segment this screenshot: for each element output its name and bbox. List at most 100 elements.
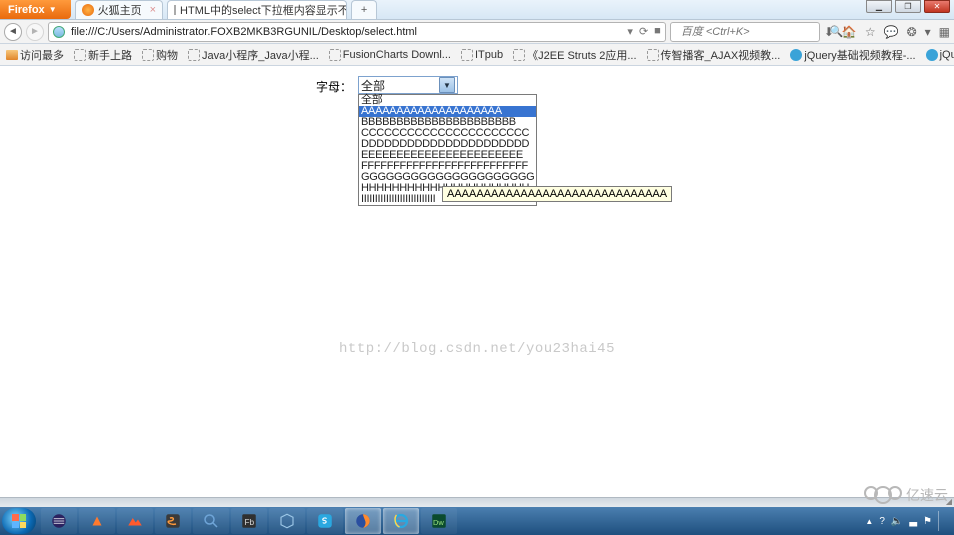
page-icon	[461, 49, 473, 61]
tray-volume-icon[interactable]: 🔈	[891, 516, 903, 527]
tray-flag-icon[interactable]: ⚑	[923, 516, 932, 527]
url-bar[interactable]: ▾ ⟳ ■	[48, 22, 666, 42]
taskbar-app-sublime[interactable]	[155, 508, 191, 534]
navigation-toolbar: ◄ ► ▾ ⟳ ■ 🔍 ⬇ 🏠 ☆ 💬 ❂ ▾ ▦	[0, 20, 954, 44]
page-icon	[329, 49, 341, 61]
stop-icon[interactable]: ■	[654, 25, 661, 38]
bookmark-item[interactable]: ITpub	[461, 49, 503, 61]
jquery-icon	[926, 49, 938, 61]
back-arrow-icon: ◄	[8, 26, 18, 37]
taskbar-app-tool1[interactable]	[79, 508, 115, 534]
download-icon[interactable]: ⬇	[824, 25, 834, 39]
tab-select-html[interactable]: HTML中的select下拉框内容显示不... ×	[167, 0, 347, 19]
page-icon	[647, 49, 659, 61]
page-icon	[188, 49, 200, 61]
feed-icon[interactable]: ❂	[907, 25, 917, 39]
firefox-button-label: Firefox	[8, 4, 45, 16]
grid-icon[interactable]: ▦	[939, 25, 950, 39]
bookmark-item[interactable]: Java小程序_Java小程...	[188, 47, 319, 63]
bookmark-item[interactable]: jQuery基础视频教程-...	[790, 47, 915, 63]
toolbar-menu-icon[interactable]: ▾	[925, 25, 931, 39]
page-icon	[74, 49, 86, 61]
taskbar-app-skype[interactable]	[307, 508, 343, 534]
window-close-button[interactable]: ✕	[924, 0, 950, 13]
bookmark-label: ITpub	[475, 49, 503, 61]
bookmark-item[interactable]: 新手上路	[74, 47, 132, 63]
bookmark-item[interactable]: FusionCharts Downl...	[329, 49, 451, 61]
bookmark-label: jQuery_ The Write L...	[940, 49, 954, 61]
jquery-icon	[790, 49, 802, 61]
close-icon[interactable]: ×	[150, 4, 156, 16]
back-button[interactable]: ◄	[4, 23, 22, 41]
search-input[interactable]	[679, 25, 826, 39]
new-tab-button[interactable]: +	[351, 0, 377, 19]
firefox-icon	[82, 4, 94, 16]
minimize-button[interactable]: ▁	[866, 0, 892, 13]
maximize-button[interactable]: ❐	[895, 0, 921, 13]
field-label: 字母：	[316, 76, 352, 95]
page-icon	[513, 49, 525, 61]
taskbar-app-flashbuilder[interactable]: Fb	[231, 508, 267, 534]
select-value: 全部	[361, 77, 439, 94]
tab-label: HTML中的select下拉框内容显示不...	[180, 2, 347, 18]
option-tooltip: AAAAAAAAAAAAAAAAAAAAAAAAAAAAAA	[442, 186, 672, 202]
most-visited-label: 访问最多	[20, 47, 64, 63]
tab-label: 火狐主页	[98, 2, 142, 18]
bookmark-item[interactable]: 《J2EE Struts 2应用...	[513, 47, 636, 63]
most-visited-icon	[6, 50, 18, 60]
letter-select[interactable]: 全部 ▼	[358, 76, 458, 94]
bookmark-label: 《J2EE Struts 2应用...	[527, 47, 636, 63]
chevron-down-icon[interactable]: ▼	[439, 77, 455, 93]
system-tray: ▲ ? 🔈 ▃ ⚑	[865, 511, 952, 531]
taskbar-app-dreamweaver[interactable]: Dw	[421, 508, 457, 534]
toolbar-icons: ⬇ 🏠 ☆ 💬 ❂ ▾ ▦	[824, 25, 950, 39]
taskbar-app-firefox[interactable]	[345, 508, 381, 534]
url-dropdown-icon[interactable]: ▾	[627, 25, 633, 38]
chat-icon[interactable]: 💬	[884, 25, 899, 39]
yisu-brand: 亿速云	[868, 485, 948, 505]
taskbar-app-ie[interactable]	[383, 508, 419, 534]
bookmark-label: jQuery基础视频教程-...	[804, 47, 915, 63]
search-bar[interactable]: 🔍	[670, 22, 820, 42]
taskbar-app-search[interactable]	[193, 508, 229, 534]
tray-overflow-icon[interactable]: ▲	[865, 517, 873, 526]
taskbar-app-box[interactable]	[269, 508, 305, 534]
windows-taskbar: Fb Dw ▲ ? 🔈 ▃ ⚑	[0, 507, 954, 535]
bookmark-label: 购物	[156, 47, 178, 63]
svg-text:Fb: Fb	[245, 518, 255, 527]
select-wrap: 全部 ▼ 全部AAAAAAAAAAAAAAAAAAAABBBBBBBBBBBBB…	[358, 76, 458, 94]
page-icon	[142, 49, 154, 61]
most-visited-button[interactable]: 访问最多	[6, 47, 64, 63]
yisu-brand-text: 亿速云	[906, 485, 948, 505]
bookmark-item[interactable]: 购物	[142, 47, 178, 63]
svg-text:Dw: Dw	[433, 518, 444, 527]
url-input[interactable]	[69, 25, 623, 39]
watermark-text: http://blog.csdn.net/you23hai45	[339, 341, 615, 357]
bookmark-star-icon[interactable]: ☆	[865, 25, 876, 39]
forward-button[interactable]: ►	[26, 23, 44, 41]
bookmark-label: FusionCharts Downl...	[343, 49, 451, 61]
taskbar-app-matlab[interactable]	[117, 508, 153, 534]
bookmark-label: 新手上路	[88, 47, 132, 63]
bookmark-label: 传智播客_AJAX视频教...	[661, 47, 781, 63]
taskbar-app-eclipse[interactable]	[41, 508, 77, 534]
start-button[interactable]	[2, 508, 36, 534]
firefox-menu-button[interactable]: Firefox ▼	[0, 0, 71, 19]
plus-icon: +	[361, 4, 367, 16]
tray-network-icon[interactable]: ▃	[909, 516, 917, 527]
page-icon	[174, 5, 176, 15]
globe-icon	[53, 26, 65, 38]
bookmark-item[interactable]: jQuery_ The Write L...	[926, 49, 954, 61]
reload-icon[interactable]: ⟳	[639, 25, 648, 38]
tray-help-icon[interactable]: ?	[879, 516, 885, 527]
chevron-down-icon: ▼	[49, 5, 57, 14]
bookmarks-toolbar: 访问最多 新手上路 购物 Java小程序_Java小程... FusionCha…	[0, 44, 954, 66]
show-desktop-button[interactable]	[938, 511, 946, 531]
home-icon[interactable]: 🏠	[842, 25, 857, 39]
page-content: 字母： 全部 ▼ 全部AAAAAAAAAAAAAAAAAAAABBBBBBBBB…	[0, 66, 954, 507]
browser-titlebar: Firefox ▼ 火狐主页 × HTML中的select下拉框内容显示不...…	[0, 0, 954, 20]
tab-huohu[interactable]: 火狐主页 ×	[75, 0, 163, 19]
bookmark-item[interactable]: 传智播客_AJAX视频教...	[647, 47, 781, 63]
windows-logo-icon	[12, 514, 26, 528]
statusbar-band: ◢	[0, 497, 954, 507]
